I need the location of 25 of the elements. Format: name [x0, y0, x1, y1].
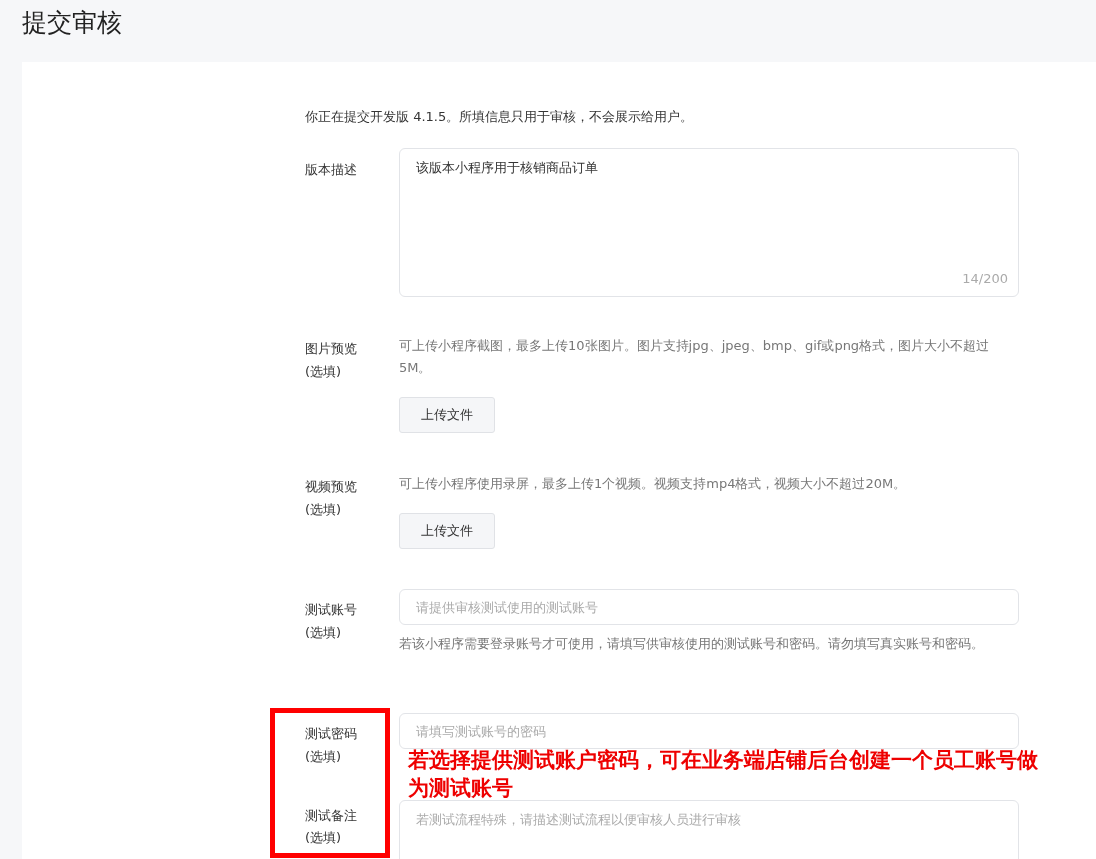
- hint-text: 可上传小程序截图，最多上传10张图片。图片支持jpg、jpeg、bmp、gif或png格式，图片大小不超过5M。: [399, 337, 991, 377]
- hint-text: 若该小程序需要登录账号才可使用，请填写供审核使用的测试账号和密码。请勿填写真实账号和密码。: [399, 635, 985, 653]
- optional-label: (选填): [305, 624, 343, 642]
- text-area[interactable]: 该版本小程序用于核销商品订单 14/200: [399, 148, 1019, 297]
- field-label: 图片预览: [305, 340, 358, 358]
- optional-label: (选填): [305, 363, 343, 381]
- annotation-text: 若选择提供测试账户密码，可在业务端店铺后台创建一个员工账号做为测试账号: [408, 747, 1038, 802]
- hint-text: 可上传小程序使用录屏，最多上传1个视频。视频支持mp4格式，视频大小不超过20M。: [399, 475, 908, 493]
- field-label: 视频预览: [305, 478, 358, 496]
- upload-button[interactable]: 上传文件: [399, 513, 495, 549]
- input-field[interactable]: 请提供审核测试使用的测试账号: [399, 589, 1019, 625]
- intro-text: 你正在提交开发版 4.1.5。所填信息只用于审核，不会展示给用户。: [305, 108, 695, 126]
- character-counter: 14/200: [962, 271, 1008, 286]
- page-title: 提交审核: [22, 7, 123, 39]
- upload-button[interactable]: 上传文件: [399, 397, 495, 433]
- field-label: 版本描述: [305, 161, 358, 179]
- field-label: 测试备注: [305, 807, 358, 825]
- optional-label: (选填): [305, 748, 343, 766]
- optional-label: (选填): [305, 829, 343, 847]
- field-label: 测试密码: [305, 725, 358, 743]
- input-field[interactable]: 请填写测试账号的密码: [399, 713, 1019, 749]
- optional-label: (选填): [305, 501, 343, 519]
- field-label: 测试账号: [305, 601, 358, 619]
- text-area-value: 该版本小程序用于核销商品订单: [416, 160, 598, 175]
- placeholder-text: 若测试流程特殊，请描述测试流程以便审核人员进行审核: [416, 812, 741, 827]
